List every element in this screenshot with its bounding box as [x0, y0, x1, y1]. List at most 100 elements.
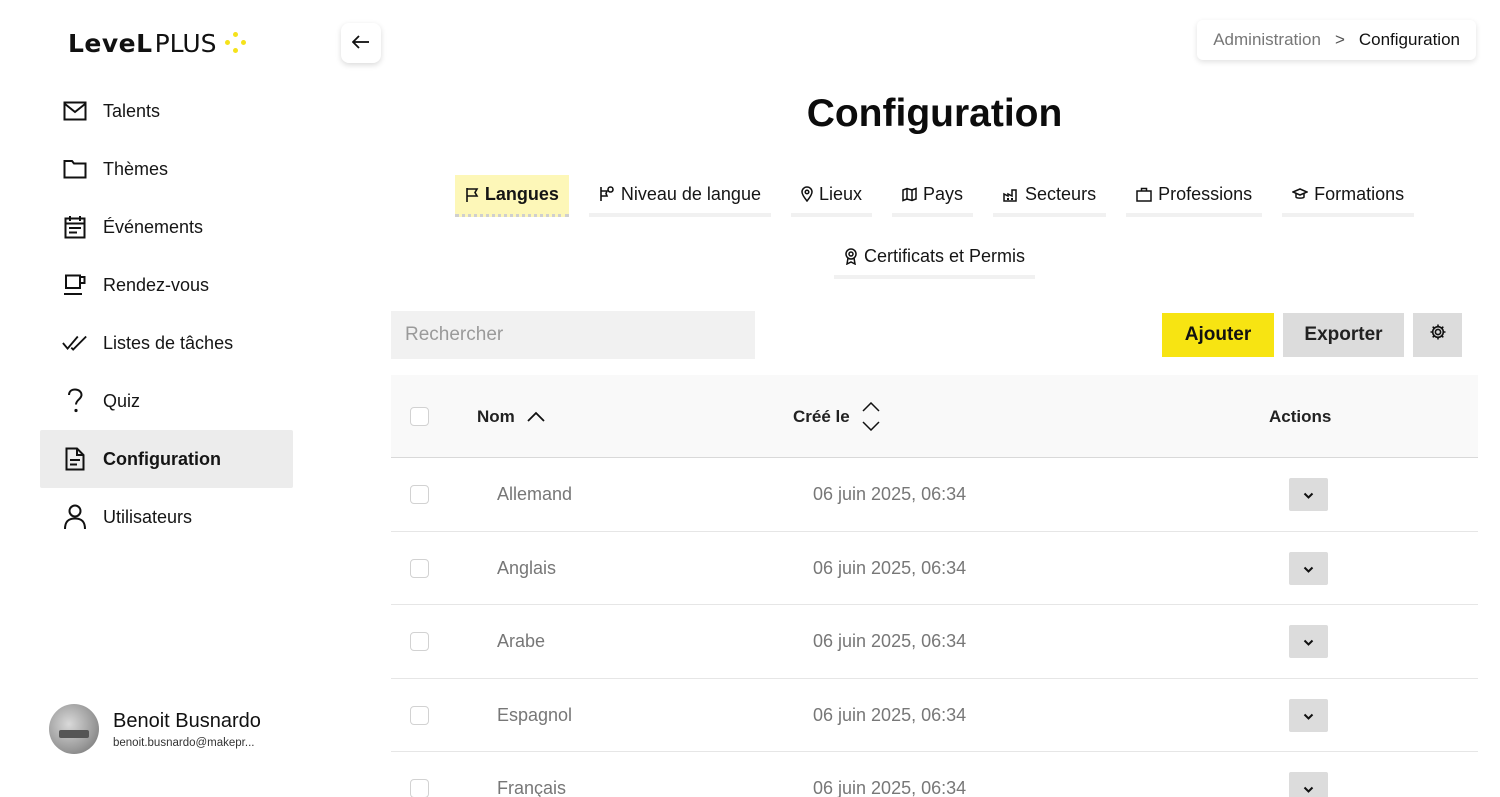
- cell-created: 06 juin 2025, 06:34: [813, 557, 967, 578]
- sidebar-item-listes-taches[interactable]: Listes de tâches: [40, 314, 293, 372]
- table-row[interactable]: Français 06 juin 2025, 06:34: [391, 752, 1478, 797]
- tab-niveau-de-langue[interactable]: Niveau de langue: [588, 175, 771, 217]
- tab-langues[interactable]: Langues: [454, 175, 569, 217]
- pin-icon: [801, 186, 813, 202]
- mail-icon: [62, 98, 88, 124]
- tab-lieux[interactable]: Lieux: [790, 175, 872, 217]
- sort-both-icon: [862, 402, 880, 431]
- table-header: Nom Créé le Actions: [391, 375, 1478, 458]
- user-email: benoit.busnardo@makepr...: [113, 736, 255, 749]
- chevron-down-icon: [1303, 708, 1314, 723]
- tab-label: Formations: [1314, 183, 1405, 204]
- tab-label: Langues: [484, 184, 559, 204]
- breadcrumb-parent[interactable]: Administration: [1213, 30, 1321, 50]
- sidebar-nav: Talents Thèmes Événements Rendez-vous Li…: [40, 82, 293, 546]
- sidebar-item-talents[interactable]: Talents: [40, 82, 293, 140]
- sidebar-item-label: Rendez-vous: [103, 274, 210, 295]
- cell-created: 06 juin 2025, 06:34: [813, 484, 967, 504]
- tab-label: Professions: [1158, 183, 1253, 204]
- settings-button[interactable]: [1413, 313, 1462, 357]
- double-check-icon: [62, 330, 88, 356]
- cell-name: Espagnol: [497, 704, 573, 725]
- collapse-sidebar-button[interactable]: [341, 23, 381, 63]
- chevron-down-icon: [1303, 561, 1314, 576]
- sidebar-item-evenements[interactable]: Événements: [40, 198, 293, 256]
- sidebar-item-utilisateurs[interactable]: Utilisateurs: [40, 488, 293, 546]
- search-input[interactable]: [391, 311, 755, 359]
- row-actions-button[interactable]: [1289, 625, 1328, 658]
- app-logo[interactable]: LeveL PLUS: [68, 26, 247, 60]
- page-title: Configuration: [806, 92, 1063, 135]
- tab-label: Certificats et Permis: [863, 245, 1026, 266]
- sidebar-item-themes[interactable]: Thèmes: [40, 140, 293, 198]
- languages-table: Nom Créé le Actions Allemand 06 juin 202…: [391, 375, 1478, 797]
- breadcrumb: Administration > Configuration: [1197, 20, 1476, 60]
- cell-created: 06 juin 2025, 06:34: [813, 631, 967, 651]
- row-checkbox[interactable]: [410, 485, 429, 504]
- row-checkbox[interactable]: [410, 705, 429, 725]
- select-all-checkbox[interactable]: [410, 407, 429, 426]
- main-content: Administration > Configuration Configura…: [362, 0, 1500, 797]
- select-all-cell: [410, 375, 429, 458]
- table-row[interactable]: Anglais 06 juin 2025, 06:34: [391, 532, 1478, 605]
- tab-certificats-et-permis[interactable]: Certificats et Permis: [833, 237, 1036, 279]
- sidebar-item-configuration[interactable]: Configuration: [40, 430, 293, 488]
- sort-ascending-icon: [527, 411, 545, 422]
- sidebar-item-label: Utilisateurs: [103, 506, 193, 527]
- export-button[interactable]: Exporter: [1283, 313, 1404, 357]
- user-icon: [62, 504, 88, 530]
- award-icon: [844, 247, 858, 265]
- chevron-down-icon: [1303, 487, 1314, 502]
- tab-pays[interactable]: Pays: [892, 175, 974, 217]
- row-checkbox[interactable]: [410, 779, 429, 797]
- graduation-icon: [1292, 187, 1309, 201]
- tab-label: Pays: [923, 183, 964, 204]
- logo-text-bold: LeveL: [68, 28, 153, 58]
- row-actions-button[interactable]: [1289, 698, 1328, 732]
- sidebar-item-label: Talents: [103, 100, 161, 121]
- tab-label: Lieux: [818, 183, 862, 204]
- chevron-down-icon: [1303, 781, 1314, 796]
- sidebar-item-quiz[interactable]: Quiz: [40, 372, 293, 430]
- cell-name: Anglais: [497, 557, 557, 578]
- chevron-down-icon: [1303, 634, 1314, 649]
- logo-dots-icon: [224, 32, 247, 54]
- table-row[interactable]: Espagnol 06 juin 2025, 06:34: [391, 679, 1478, 752]
- column-header-actions: Actions: [1269, 375, 1331, 458]
- row-actions-button[interactable]: [1289, 478, 1328, 511]
- user-profile[interactable]: Benoit Busnardo benoit.busnardo@makepr..…: [49, 704, 261, 754]
- logo-text-light: PLUS: [154, 28, 217, 58]
- sidebar-item-label: Quiz: [103, 390, 141, 411]
- sidebar-item-label: Configuration: [103, 448, 221, 469]
- map-icon: [902, 186, 917, 202]
- gear-icon: [1429, 323, 1447, 347]
- user-name: Benoit Busnardo: [113, 709, 261, 732]
- breadcrumb-current: Configuration: [1358, 30, 1460, 49]
- add-button[interactable]: Ajouter: [1162, 313, 1274, 357]
- tab-formations[interactable]: Formations: [1282, 175, 1415, 217]
- column-header-name[interactable]: Nom: [477, 375, 545, 458]
- sidebar-item-rendez-vous[interactable]: Rendez-vous: [40, 256, 293, 314]
- cell-name: Arabe: [497, 631, 546, 651]
- folder-icon: [62, 156, 88, 182]
- row-checkbox[interactable]: [410, 558, 429, 578]
- document-icon: [62, 446, 88, 472]
- cell-created: 06 juin 2025, 06:34: [813, 704, 967, 725]
- tab-secteurs[interactable]: Secteurs: [993, 175, 1107, 217]
- row-actions-button[interactable]: [1289, 772, 1328, 797]
- table-row[interactable]: Arabe 06 juin 2025, 06:34: [391, 605, 1478, 679]
- column-header-created[interactable]: Créé le: [793, 375, 880, 458]
- tab-label: Secteurs: [1025, 183, 1097, 204]
- arrow-left-icon: [351, 34, 370, 53]
- table-row[interactable]: Allemand 06 juin 2025, 06:34: [391, 458, 1478, 532]
- calendar-icon: [62, 214, 88, 240]
- sidebar-item-label: Thèmes: [103, 158, 169, 179]
- row-checkbox[interactable]: [410, 632, 429, 651]
- row-actions-button[interactable]: [1289, 551, 1328, 585]
- briefcase-icon: [1136, 187, 1152, 202]
- cell-name: Allemand: [497, 484, 573, 504]
- tab-label: Niveau de langue: [620, 183, 761, 204]
- tab-professions[interactable]: Professions: [1126, 175, 1263, 217]
- config-tabs: Langues Niveau de langue Lieux Pays Sect…: [362, 175, 1500, 299]
- cell-name: Français: [497, 778, 567, 797]
